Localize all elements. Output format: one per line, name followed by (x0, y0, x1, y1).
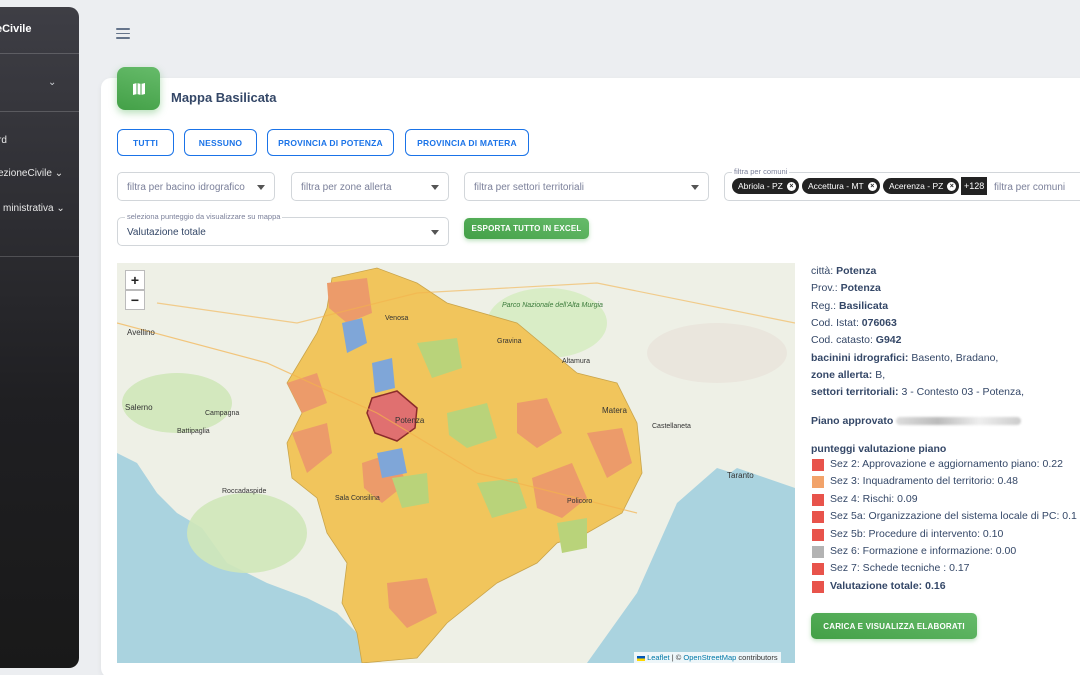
zone-allerta-select[interactable]: filtra per zone allerta (291, 172, 449, 201)
map-canvas: Potenza Matera Avellino Salerno Taranto … (117, 263, 795, 663)
zoom-in-button[interactable]: + (125, 270, 145, 290)
close-icon[interactable]: × (867, 181, 877, 191)
score-swatch (812, 580, 824, 593)
score-label: Sez 6: Formazione e informazione: 0.00 (830, 545, 1017, 557)
map-label: Potenza (395, 416, 425, 425)
map-label: Sala Consilina (335, 495, 380, 502)
map-label: Policoro (567, 498, 592, 505)
page-title: Mappa Basilicata (171, 90, 277, 105)
info-piano: Piano approvato (811, 415, 1022, 427)
map-label: Taranto (727, 471, 754, 480)
info-settori: settori territoriali: 3 - Contesto 03 - … (811, 386, 1025, 398)
map-label: Avellino (127, 328, 155, 337)
score-swatch (812, 476, 824, 489)
map-icon (117, 67, 160, 110)
chevron-down-icon: ⌄ (54, 168, 64, 179)
score-swatch (812, 563, 824, 576)
caret-down-icon (431, 185, 439, 190)
map-label: Salerno (125, 403, 153, 412)
map-attribution: Leaflet | © OpenStreetMap contributors (634, 652, 781, 663)
map-view[interactable]: Potenza Matera Avellino Salerno Taranto … (117, 263, 795, 663)
provincia-potenza-button[interactable]: PROVINCIA DI POTENZA (267, 129, 394, 156)
punteggi-title: punteggi valutazione piano (811, 443, 947, 455)
info-prov: Prov.: Potenza (811, 282, 881, 294)
map-label: Venosa (385, 315, 408, 322)
export-excel-button[interactable]: ESPORTA TUTTO IN EXCEL (464, 218, 589, 239)
info-catasto: Cod. catasto: G942 (811, 334, 902, 346)
caret-down-icon (257, 185, 265, 190)
info-bacini: bacinini idrografici: Basento, Bradano, (811, 352, 999, 364)
caret-down-icon (691, 185, 699, 190)
info-reg: Reg.: Basilicata (811, 300, 889, 312)
info-istat: Cod. Istat: 076063 (811, 317, 897, 329)
info-zone: zone allerta: B, (811, 369, 886, 381)
sidebar-brand: eCivile (0, 23, 32, 35)
score-swatch (812, 459, 824, 471)
comuni-input[interactable]: filtra per comuni (994, 182, 1065, 193)
sidebar-divider (0, 111, 79, 112)
menu-icon[interactable] (116, 28, 130, 40)
score-label: Sez 7: Schede tecniche : 0.17 (830, 562, 970, 575)
comune-chip[interactable]: Accettura - MT × (802, 178, 880, 194)
score-label: Sez 5b: Procedure di intervento: 0.10 (830, 527, 1004, 540)
map-label: Gravina (497, 338, 522, 345)
map-label: Altamura (562, 358, 590, 365)
score-swatch (812, 493, 824, 506)
chevron-down-icon[interactable]: ⌄ (48, 77, 56, 88)
score-label: Sez 5a: Organizzazione del sistema local… (830, 510, 1077, 523)
bacino-select[interactable]: filtra per bacino idrografico (117, 172, 275, 201)
map-label: Castellaneta (652, 423, 691, 430)
score-swatch (812, 511, 824, 524)
redacted-value (896, 417, 1022, 426)
comune-chip[interactable]: Acerenza - PZ × (883, 178, 960, 194)
flag-icon (637, 655, 645, 661)
score-label: Valutazione totale: 0.16 (830, 579, 946, 592)
score-label: Sez 3: Inquadramento del territorio: 0.4… (830, 475, 1018, 488)
leaflet-link[interactable]: Leaflet (647, 653, 670, 662)
carica-elaborati-button[interactable]: CARICA E VISUALIZZA ELABORATI (811, 613, 977, 639)
punteggio-select[interactable]: seleziona punteggio da visualizzare su m… (117, 212, 449, 246)
caret-down-icon (431, 230, 439, 235)
provincia-matera-button[interactable]: PROVINCIA DI MATERA (405, 129, 529, 156)
sidebar-item-protezione-civile[interactable]: ezioneCivile ⌄ (0, 168, 63, 179)
map-label: Campagna (205, 410, 239, 417)
close-icon[interactable]: × (947, 181, 957, 191)
map-label: Roccadaspide (222, 488, 266, 495)
map-label: Matera (602, 406, 627, 415)
nessuno-button[interactable]: NESSUNO (184, 129, 257, 156)
more-comuni-badge: +128 (961, 177, 988, 195)
sidebar-item-dashboard[interactable]: rd (0, 135, 7, 146)
map-label: Battipaglia (177, 428, 210, 435)
sidebar-divider (0, 256, 79, 257)
tutti-button[interactable]: TUTTI (117, 129, 174, 156)
score-label: Sez 2: Approvazione e aggiornamento pian… (830, 458, 1063, 470)
score-label: Sez 4: Rischi: 0.09 (830, 492, 918, 505)
chevron-down-icon: ⌄ (56, 203, 65, 214)
map-label: Parco Nazionale dell'Alta Murgia (502, 302, 603, 309)
sidebar-divider (0, 53, 79, 54)
close-icon[interactable]: × (786, 181, 796, 191)
sidebar-item-amministrativa[interactable]: ministrativa ⌄ (3, 203, 65, 214)
info-citta: città: Potenza (811, 265, 877, 277)
score-swatch (812, 546, 824, 558)
zoom-out-button[interactable]: − (125, 290, 145, 310)
osm-link[interactable]: OpenStreetMap (683, 653, 736, 662)
score-swatch (812, 528, 824, 541)
comune-chip[interactable]: Abriola - PZ × (732, 178, 799, 194)
sidebar: eCivile ⌄ rd ezioneCivile ⌄ ministrativa… (0, 7, 79, 668)
settori-select[interactable]: filtra per settori territoriali (464, 172, 709, 201)
